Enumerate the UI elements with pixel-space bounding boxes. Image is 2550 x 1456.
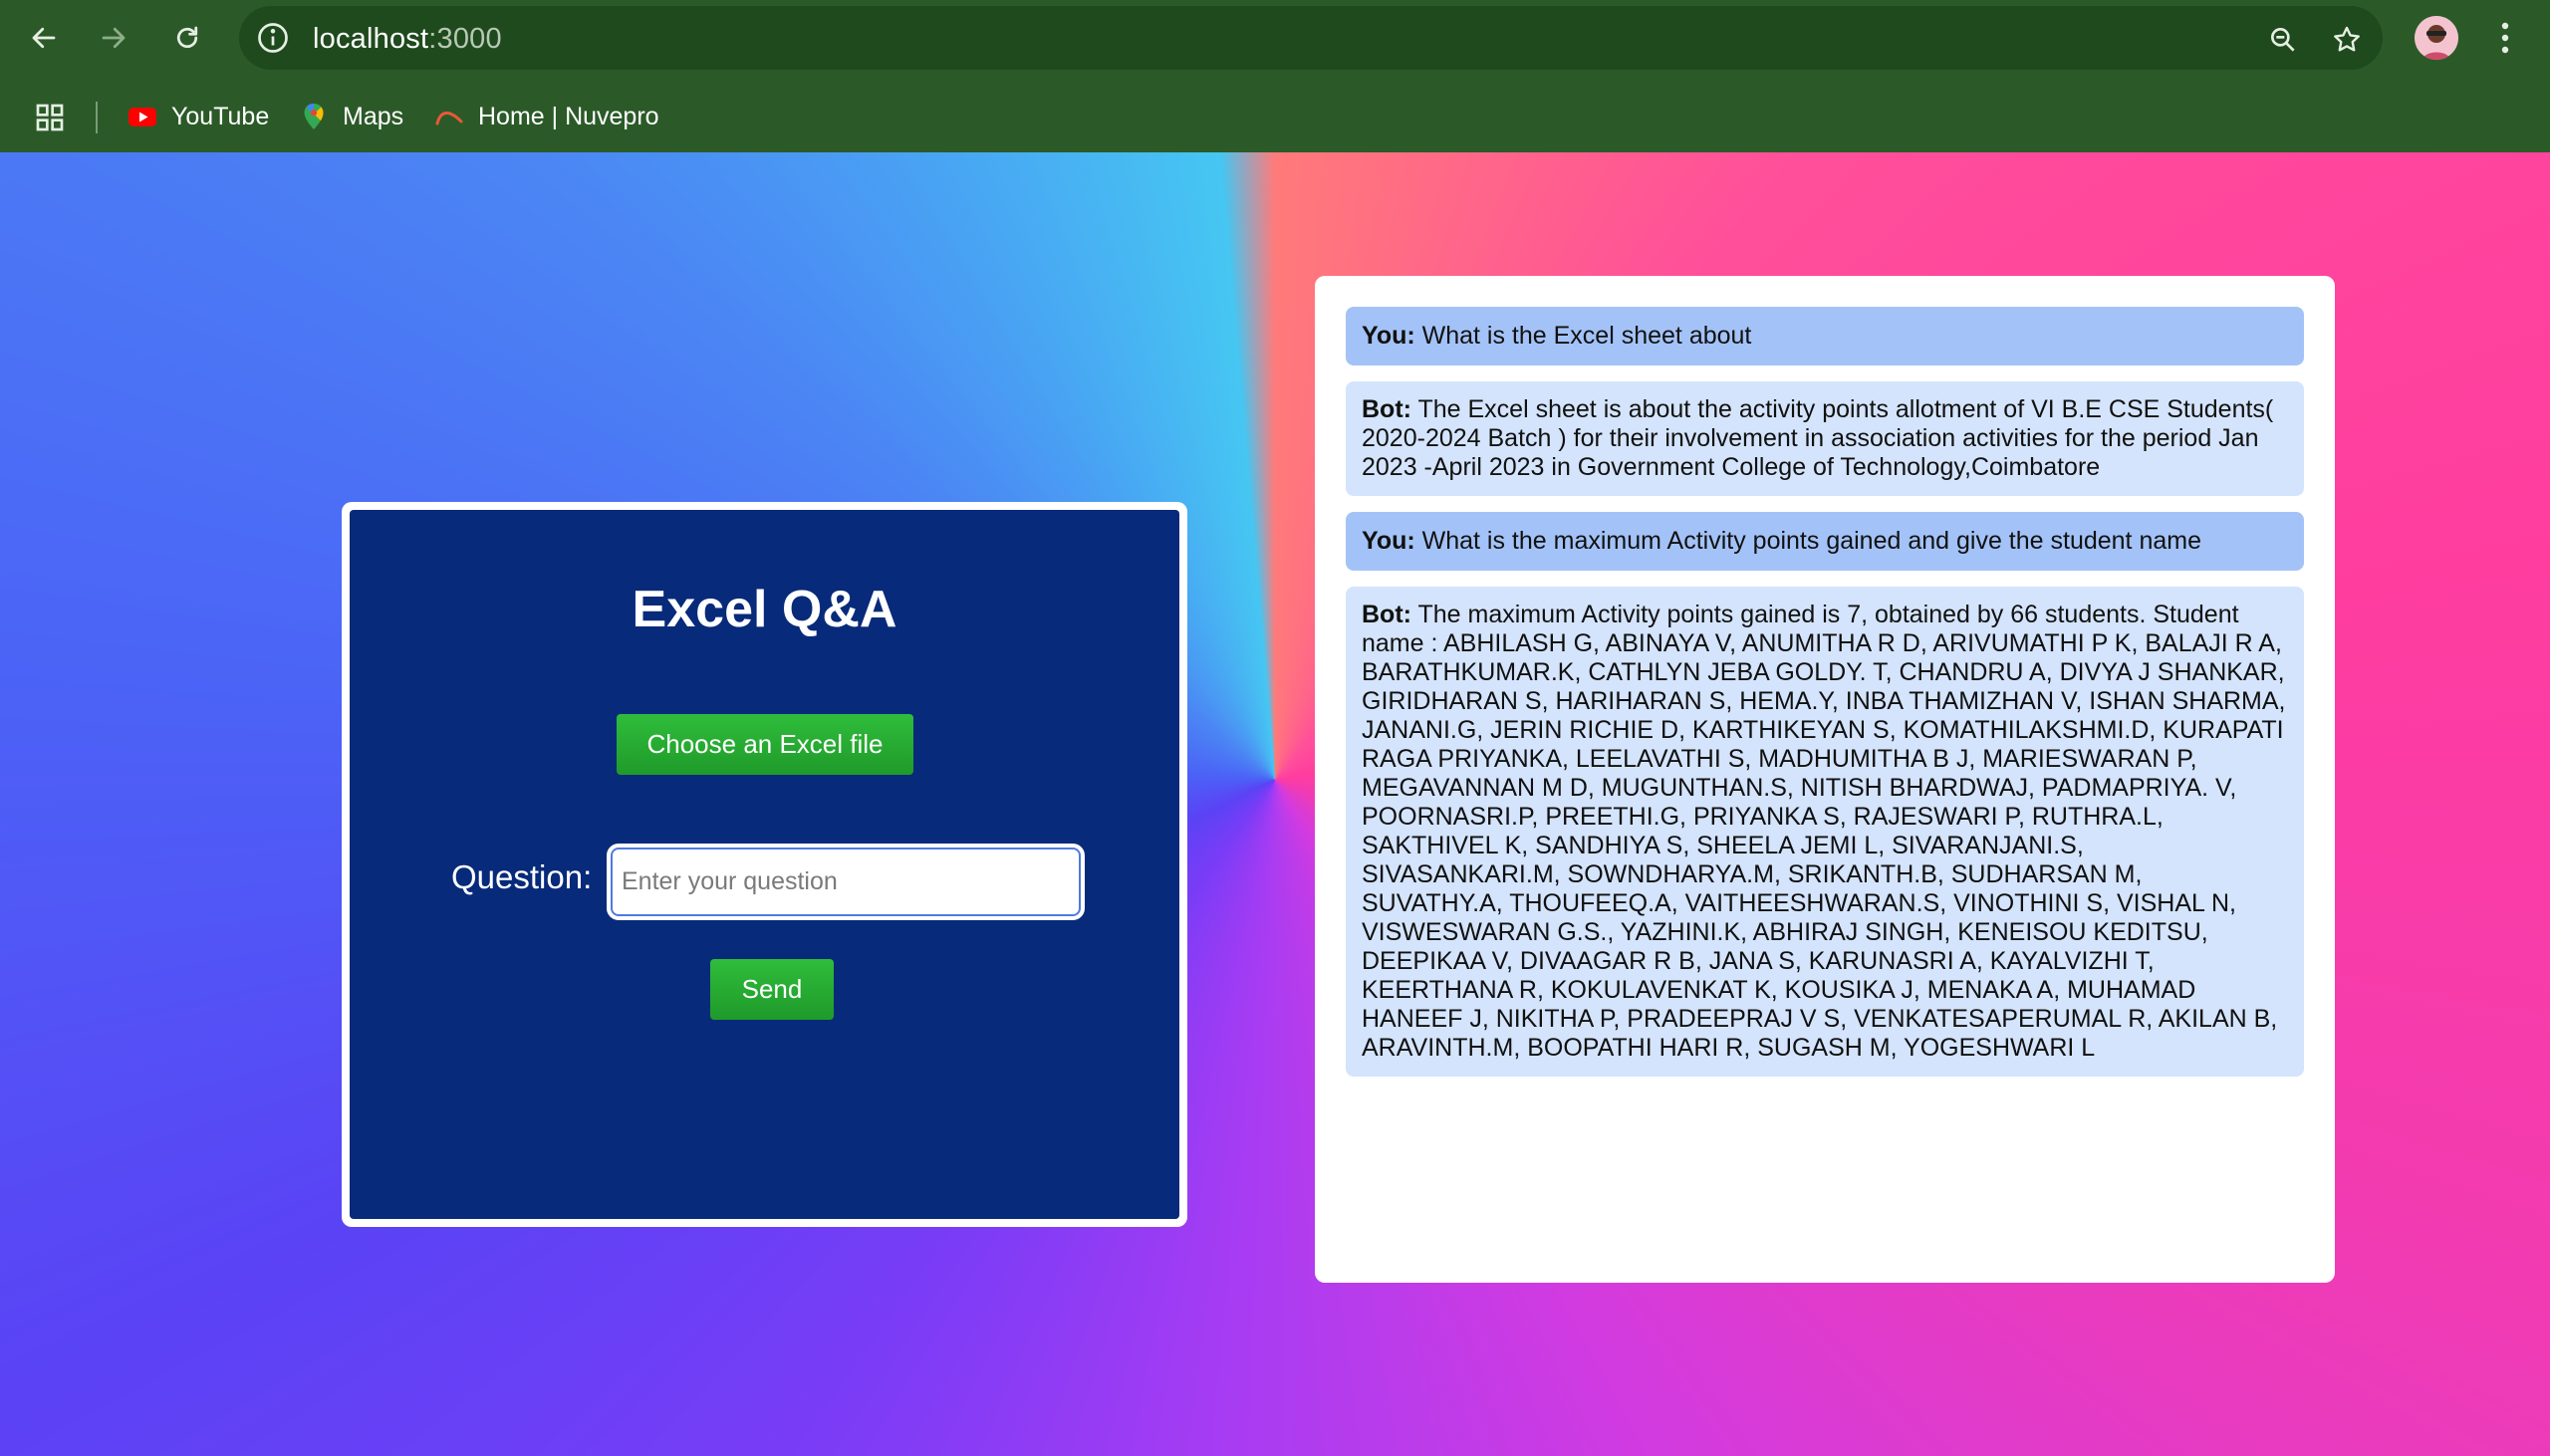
forward-button[interactable] xyxy=(90,14,137,62)
avatar-icon xyxy=(2415,16,2458,60)
choose-file-button[interactable]: Choose an Excel file xyxy=(617,714,913,775)
speaker-label: You: xyxy=(1362,322,1415,350)
more-menu-icon[interactable] xyxy=(2490,16,2520,60)
bookmarks-separator xyxy=(96,102,98,133)
chat-panel: You: What is the Excel sheet about Bot: … xyxy=(1315,276,2335,1283)
chat-message-user: You: What is the Excel sheet about xyxy=(1346,307,2304,365)
profile-avatar[interactable] xyxy=(2415,16,2458,60)
message-text: The maximum Activity points gained is 7,… xyxy=(1362,601,2286,1062)
youtube-icon xyxy=(128,108,156,126)
zoom-icon[interactable] xyxy=(2267,24,2299,56)
excel-qa-card: Excel Q&A Choose an Excel file Question:… xyxy=(342,502,1187,1227)
bookmark-star-icon[interactable] xyxy=(2331,24,2363,56)
message-text: What is the maximum Activity points gain… xyxy=(1421,527,2201,555)
bookmarks-bar: YouTube Maps Home | Nuvepro xyxy=(0,88,2550,145)
bookmark-nuvepro[interactable]: Home | Nuvepro xyxy=(434,96,659,137)
back-button[interactable] xyxy=(20,14,68,62)
arrow-left-icon xyxy=(32,27,56,49)
question-label: Question: xyxy=(451,858,593,895)
chat-message-bot: Bot: The maximum Activity points gained … xyxy=(1346,587,2304,1077)
excel-qa-panel: Excel Q&A Choose an Excel file Question:… xyxy=(350,510,1179,1219)
bookmark-label: Home | Nuvepro xyxy=(478,102,659,130)
chat-message-bot: Bot: The Excel sheet is about the activi… xyxy=(1346,381,2304,496)
bookmark-label: Maps xyxy=(343,102,404,130)
arrow-right-icon xyxy=(102,27,126,49)
apps-grid-icon[interactable] xyxy=(34,102,66,133)
speaker-label: Bot: xyxy=(1362,395,1411,423)
send-button[interactable]: Send xyxy=(710,959,834,1020)
reload-icon xyxy=(176,26,198,49)
url-port: :3000 xyxy=(428,23,502,55)
speaker-label: Bot: xyxy=(1362,601,1411,628)
nuvepro-icon xyxy=(435,112,463,125)
address-bar[interactable]: localhost:3000 xyxy=(239,6,2383,70)
question-input[interactable] xyxy=(607,844,1085,920)
maps-icon xyxy=(304,104,324,129)
site-info-icon[interactable] xyxy=(255,20,291,56)
url-text: localhost:3000 xyxy=(313,23,502,56)
bookmark-youtube[interactable]: YouTube xyxy=(128,96,269,137)
reload-button[interactable] xyxy=(163,14,211,62)
bookmark-maps[interactable]: Maps xyxy=(299,96,403,137)
message-text: What is the Excel sheet about xyxy=(1421,322,1752,350)
url-host: localhost xyxy=(313,23,429,55)
browser-toolbar: localhost:3000 xyxy=(0,0,2550,76)
chat-message-user: You: What is the maximum Activity points… xyxy=(1346,512,2304,571)
browser-chrome: localhost:3000 YouTube Maps Home | Nuvep… xyxy=(0,0,2550,152)
speaker-label: You: xyxy=(1362,527,1415,555)
page-viewport: Excel Q&A Choose an Excel file Question:… xyxy=(0,152,2550,1456)
page-title: Excel Q&A xyxy=(632,581,897,638)
message-text: The Excel sheet is about the activity po… xyxy=(1362,395,2274,481)
bookmark-label: YouTube xyxy=(171,102,270,130)
